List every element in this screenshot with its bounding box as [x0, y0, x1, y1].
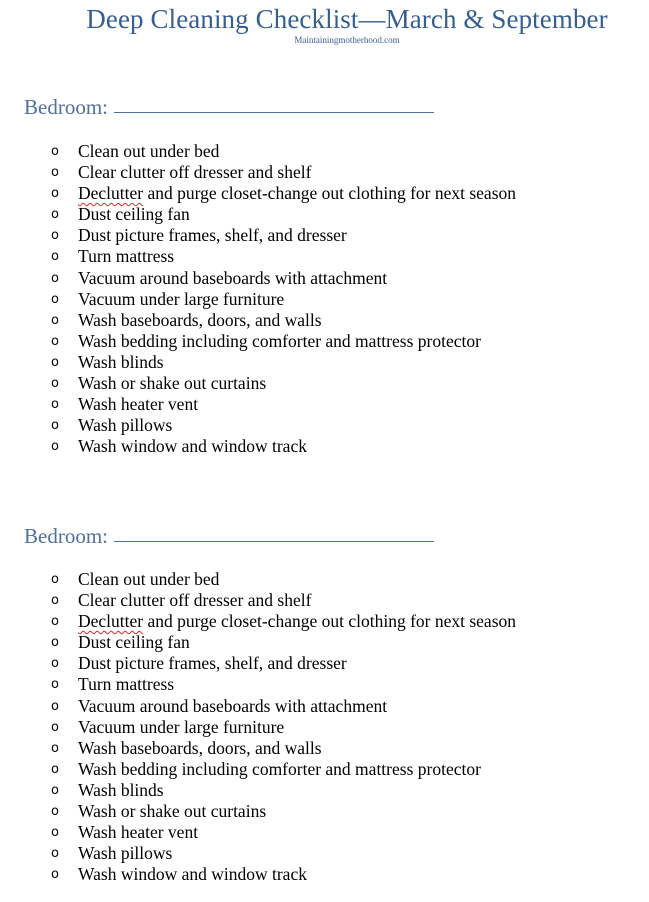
- section-heading-label: Bedroom:: [24, 524, 108, 548]
- checklist-item-text: Declutter and purge closet-change out cl…: [78, 611, 516, 632]
- hollow-circle-bullet-icon: o: [51, 312, 59, 328]
- hollow-circle-bullet-icon: o: [51, 698, 59, 714]
- checklist-item-text: Clear clutter off dresser and shelf: [78, 590, 312, 611]
- checklist-item-text: Dust ceiling fan: [78, 632, 190, 653]
- hollow-circle-bullet-icon: o: [51, 656, 59, 672]
- document-title: Deep Cleaning Checklist—March & Septembe…: [86, 4, 608, 34]
- spellcheck-flagged-word: Declutter: [78, 183, 144, 204]
- hollow-circle-bullet-icon: o: [51, 270, 59, 286]
- hollow-circle-bullet-icon: o: [51, 291, 59, 307]
- checklist-item-text: Wash or shake out curtains: [78, 373, 267, 394]
- checklist-item-text: Clean out under bed: [78, 569, 220, 589]
- section-heading: Bedroom:: [24, 524, 434, 548]
- checklist-item-text: Wash window and window track: [78, 864, 307, 885]
- hollow-circle-bullet-icon: o: [51, 677, 59, 693]
- hollow-circle-bullet-icon: o: [51, 207, 59, 223]
- checklist-item-text: Wash baseboards, doors, and walls: [78, 309, 322, 330]
- checklist-item-text: Turn mattress: [78, 674, 175, 695]
- hollow-circle-bullet-icon: o: [51, 249, 59, 265]
- hollow-circle-bullet-icon: o: [51, 719, 59, 735]
- section-heading-label: Bedroom:: [24, 95, 108, 119]
- checklist-item-text: Vacuum around baseboards with attachment: [78, 267, 388, 288]
- checklist-item-text: Clean out under bed: [78, 141, 220, 161]
- hollow-circle-bullet-icon: o: [51, 761, 59, 777]
- hollow-circle-bullet-icon: o: [51, 740, 59, 756]
- checklist-item-text: Wash pillows: [78, 415, 173, 436]
- checklist-item-text: Wash window and window track: [78, 436, 307, 457]
- checklist-item-text: Wash or shake out curtains: [78, 801, 267, 822]
- hollow-circle-bullet-icon: o: [51, 376, 59, 392]
- section-heading: Bedroom:: [24, 95, 434, 119]
- hollow-circle-bullet-icon: o: [51, 333, 59, 349]
- hollow-circle-bullet-icon: o: [51, 418, 59, 434]
- fill-in-line[interactable]: [114, 112, 434, 113]
- checklist-item-text: Vacuum under large furniture: [78, 716, 285, 737]
- checklist-item-text: Wash heater vent: [78, 822, 199, 843]
- hollow-circle-bullet-icon: o: [51, 397, 59, 413]
- hollow-circle-bullet-icon: o: [51, 846, 59, 862]
- hollow-circle-bullet-icon: o: [51, 144, 59, 159]
- checklist-item-text: Wash heater vent: [78, 394, 199, 415]
- checklist-item-text: Clear clutter off dresser and shelf: [78, 162, 312, 183]
- hollow-circle-bullet-icon: o: [51, 614, 59, 630]
- hollow-circle-bullet-icon: o: [51, 782, 59, 798]
- checklist-item-text: Dust ceiling fan: [78, 204, 190, 225]
- hollow-circle-bullet-icon: o: [51, 825, 59, 841]
- checklist-item-text: Dust picture frames, shelf, and dresser: [78, 225, 347, 246]
- checklist-item-text: Vacuum around baseboards with attachment: [78, 695, 388, 716]
- hollow-circle-bullet-icon: o: [51, 354, 59, 370]
- checklist-item-text: Dust picture frames, shelf, and dresser: [78, 653, 347, 674]
- checklist-item-text: Wash blinds: [78, 779, 164, 800]
- hollow-circle-bullet-icon: o: [51, 635, 59, 651]
- document-subtitle: Maintainingmotherhood.com: [294, 35, 400, 45]
- checklist-item-text: Declutter and purge closet-change out cl…: [78, 183, 516, 204]
- checklist-item-text: Turn mattress: [78, 246, 175, 267]
- checklist-item-text: Wash bedding including comforter and mat…: [78, 330, 481, 351]
- fill-in-line[interactable]: [114, 541, 434, 542]
- hollow-circle-bullet-icon: o: [51, 186, 59, 202]
- hollow-circle-bullet-icon: o: [51, 439, 59, 455]
- hollow-circle-bullet-icon: o: [51, 228, 59, 244]
- hollow-circle-bullet-icon: o: [51, 593, 59, 609]
- checklist-item-text-rest: and purge closet-change out clothing for…: [143, 183, 517, 204]
- checklist-item-text: Vacuum under large furniture: [78, 288, 285, 309]
- checklist-item-text: Wash baseboards, doors, and walls: [78, 737, 322, 758]
- checklist-item-text: Wash blinds: [78, 351, 164, 372]
- checklist-item-text: Wash pillows: [78, 843, 173, 864]
- hollow-circle-bullet-icon: o: [51, 165, 59, 181]
- spellcheck-flagged-word: Declutter: [78, 611, 144, 632]
- checklist-item-text: Wash bedding including comforter and mat…: [78, 758, 481, 779]
- hollow-circle-bullet-icon: o: [51, 572, 59, 587]
- hollow-circle-bullet-icon: o: [51, 867, 59, 883]
- hollow-circle-bullet-icon: o: [51, 804, 59, 820]
- checklist-item-text-rest: and purge closet-change out clothing for…: [143, 611, 517, 632]
